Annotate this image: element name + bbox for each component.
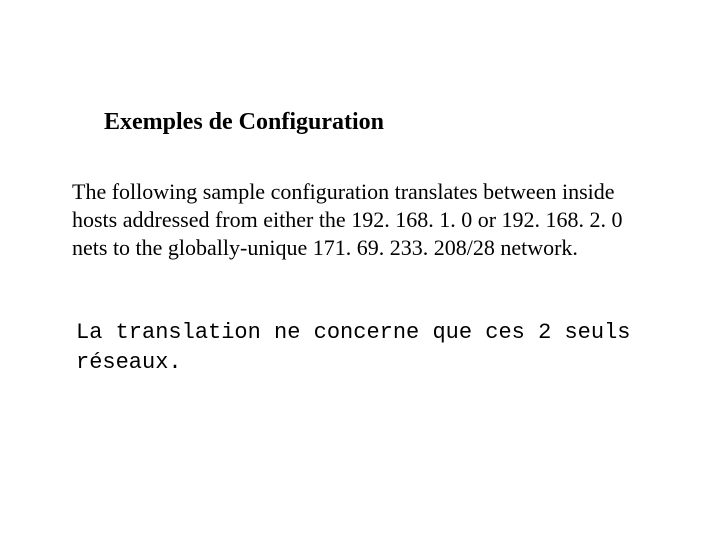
monospace-note: La translation ne concerne que ces 2 seu… bbox=[76, 318, 656, 377]
slide-title: Exemples de Configuration bbox=[104, 108, 384, 137]
body-paragraph: The following sample configuration trans… bbox=[72, 178, 652, 262]
slide: Exemples de Configuration The following … bbox=[0, 0, 720, 540]
